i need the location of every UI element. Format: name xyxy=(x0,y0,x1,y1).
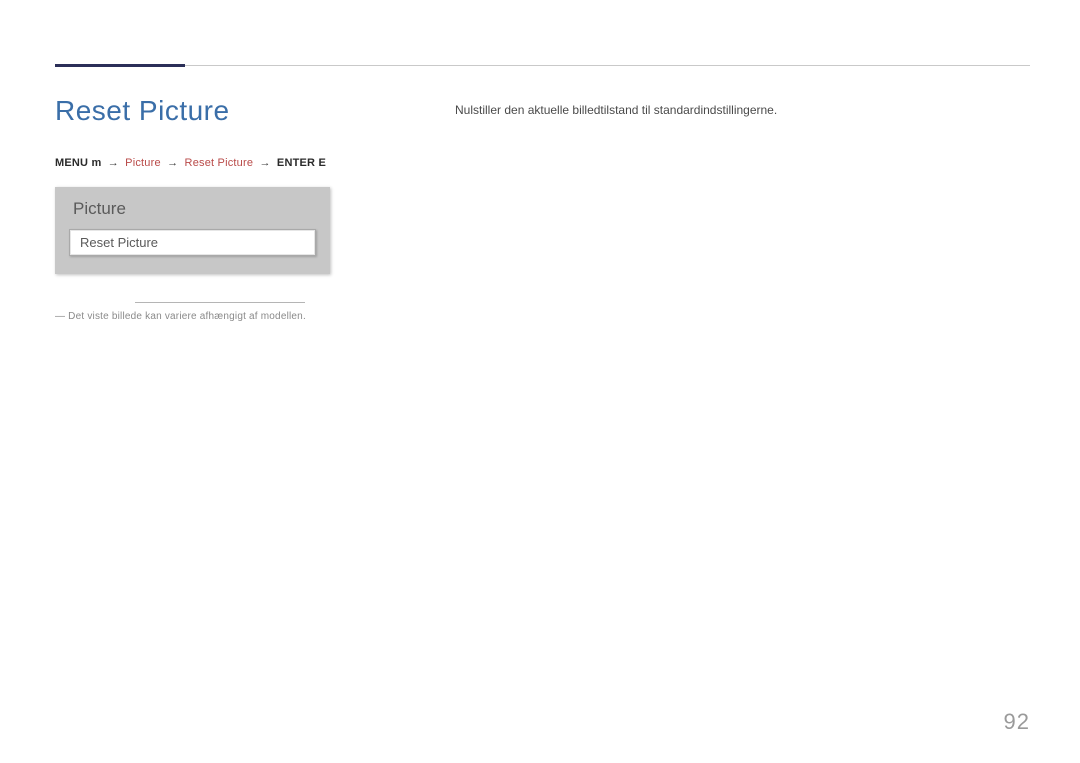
breadcrumb-reset-picture: Reset Picture xyxy=(185,157,254,169)
manual-page: Reset Picture MENU m → Picture → Reset P… xyxy=(0,0,1080,763)
osd-row-reset-picture[interactable]: Reset Picture xyxy=(69,229,316,256)
arrow-icon: → xyxy=(259,157,270,169)
osd-panel-title: Picture xyxy=(73,199,316,219)
footnote-rule xyxy=(135,302,305,303)
content-area: Reset Picture MENU m → Picture → Reset P… xyxy=(55,95,1030,703)
header-accent-bar xyxy=(55,64,185,67)
breadcrumb: MENU m → Picture → Reset Picture → ENTER… xyxy=(55,157,385,169)
arrow-icon: → xyxy=(108,157,119,169)
breadcrumb-enter: ENTER E xyxy=(277,157,326,169)
section-title: Reset Picture xyxy=(55,95,385,127)
header-rule xyxy=(55,65,1030,66)
arrow-icon: → xyxy=(167,157,178,169)
footnote-text: ― Det viste billede kan variere afhængig… xyxy=(55,311,385,322)
osd-panel: Picture Reset Picture xyxy=(55,187,330,274)
left-column: Reset Picture MENU m → Picture → Reset P… xyxy=(55,95,385,322)
page-number: 92 xyxy=(1004,709,1030,735)
breadcrumb-menu: MENU m xyxy=(55,157,101,169)
breadcrumb-picture: Picture xyxy=(125,157,161,169)
description-text: Nulstiller den aktuelle billedtilstand t… xyxy=(455,103,1030,117)
